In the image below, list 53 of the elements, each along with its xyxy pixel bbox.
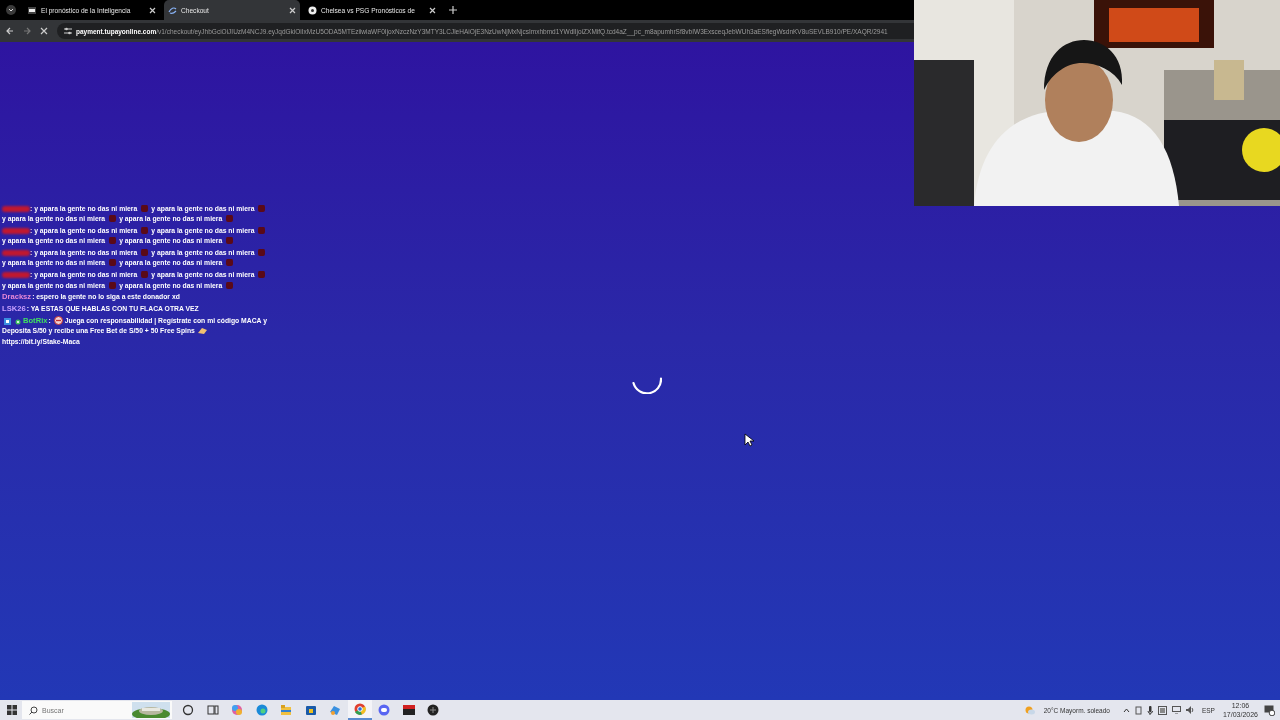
stop-icon[interactable] xyxy=(40,27,48,35)
emote-icon xyxy=(140,204,150,213)
emote-icon xyxy=(225,258,235,268)
address-bar[interactable] xyxy=(57,23,914,39)
app-icon xyxy=(402,704,415,716)
emote-icon xyxy=(140,248,150,258)
circle-icon xyxy=(182,704,195,716)
emote-icon xyxy=(257,204,267,213)
favicon-icon xyxy=(308,5,317,15)
emote-icon xyxy=(108,280,118,290)
tray-icon xyxy=(1157,705,1167,715)
emote-icon xyxy=(140,226,150,236)
emote-icon xyxy=(108,258,118,268)
emote-icon xyxy=(225,280,235,290)
microphone-icon xyxy=(1146,705,1153,715)
emote-icon xyxy=(140,270,150,280)
volume-icon[interactable] xyxy=(1185,706,1195,714)
forward-icon[interactable] xyxy=(23,27,31,35)
mouse-cursor-icon xyxy=(744,433,754,447)
emote-icon xyxy=(108,214,118,224)
close-icon[interactable] xyxy=(429,6,436,14)
emote-icon xyxy=(108,236,118,246)
emote-icon xyxy=(257,226,267,236)
chevron-icon[interactable] xyxy=(1122,707,1130,713)
close-icon[interactable] xyxy=(149,6,156,14)
search-icon xyxy=(29,705,38,715)
emote-icon xyxy=(257,248,267,258)
store-icon xyxy=(304,704,317,716)
close-icon[interactable] xyxy=(289,6,296,14)
discord-icon xyxy=(378,704,391,716)
emote-icon xyxy=(225,214,235,224)
start-icon[interactable] xyxy=(7,705,17,715)
task-view-icon xyxy=(206,704,219,716)
network-icon[interactable] xyxy=(1171,706,1181,714)
weather-icon xyxy=(1024,705,1035,715)
app-icon xyxy=(427,704,440,716)
copilot-icon xyxy=(231,704,244,716)
back-icon[interactable] xyxy=(6,27,14,35)
folder-icon xyxy=(280,704,293,716)
new-tab-icon[interactable] xyxy=(449,6,457,14)
favicon-icon xyxy=(28,5,37,15)
emote-icon xyxy=(257,270,267,280)
edge-icon xyxy=(255,704,268,716)
notification-icon[interactable] xyxy=(1264,704,1275,716)
site-settings-icon[interactable] xyxy=(64,27,72,35)
chrome-icon xyxy=(353,703,366,715)
device-icon xyxy=(1134,705,1142,715)
favicon-icon xyxy=(168,5,177,15)
paint-icon xyxy=(329,704,342,716)
emote-icon xyxy=(225,236,235,246)
tab-search-icon[interactable] xyxy=(6,5,16,15)
no-entry-icon xyxy=(53,315,63,325)
hand-icon xyxy=(197,326,207,336)
